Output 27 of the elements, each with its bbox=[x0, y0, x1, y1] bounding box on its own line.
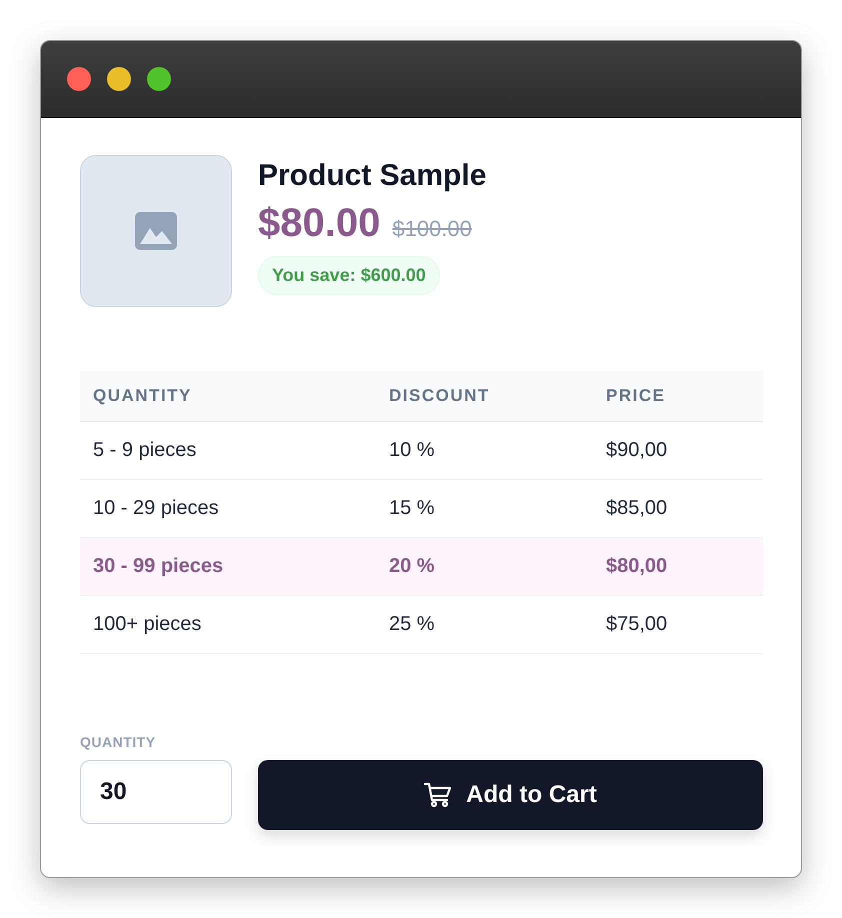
table-cell: $80,00 bbox=[593, 538, 763, 596]
column-header: PRICE bbox=[593, 371, 763, 422]
image-icon bbox=[135, 212, 177, 250]
close-button[interactable] bbox=[67, 67, 91, 91]
table-cell: 100+ pieces bbox=[80, 596, 376, 654]
table-cell: 5 - 9 pieces bbox=[80, 422, 376, 480]
product-price: $80.00 bbox=[258, 201, 380, 246]
product-title: Product Sample bbox=[258, 159, 486, 193]
minimize-button[interactable] bbox=[107, 67, 131, 91]
quantity-field[interactable]: 30 bbox=[80, 760, 232, 824]
quantity-label: QUANTITY bbox=[80, 734, 157, 750]
savings-badge: You save: $600.00 bbox=[258, 256, 440, 295]
cart-icon bbox=[424, 782, 452, 808]
maximize-button[interactable] bbox=[147, 67, 171, 91]
table-cell: 20 % bbox=[376, 538, 593, 596]
original-price: $100.00 bbox=[392, 216, 472, 242]
table-cell: 10 % bbox=[376, 422, 593, 480]
table-row[interactable]: 100+ pieces 25 % $75,00 bbox=[80, 596, 763, 654]
table-cell: 30 - 99 pieces bbox=[80, 538, 376, 596]
selected-table-row[interactable]: 30 - 99 pieces 20 % $80,00 bbox=[80, 538, 763, 596]
table-cell: $75,00 bbox=[593, 596, 763, 654]
table-cell: 25 % bbox=[376, 596, 593, 654]
table-cell: $90,00 bbox=[593, 422, 763, 480]
add-to-cart-button[interactable]: Add to Cart bbox=[258, 760, 763, 830]
column-header: DISCOUNT bbox=[376, 371, 593, 422]
table-row[interactable]: 5 - 9 pieces 10 % $90,00 bbox=[80, 422, 763, 480]
column-header: QUANTITY bbox=[80, 371, 376, 422]
